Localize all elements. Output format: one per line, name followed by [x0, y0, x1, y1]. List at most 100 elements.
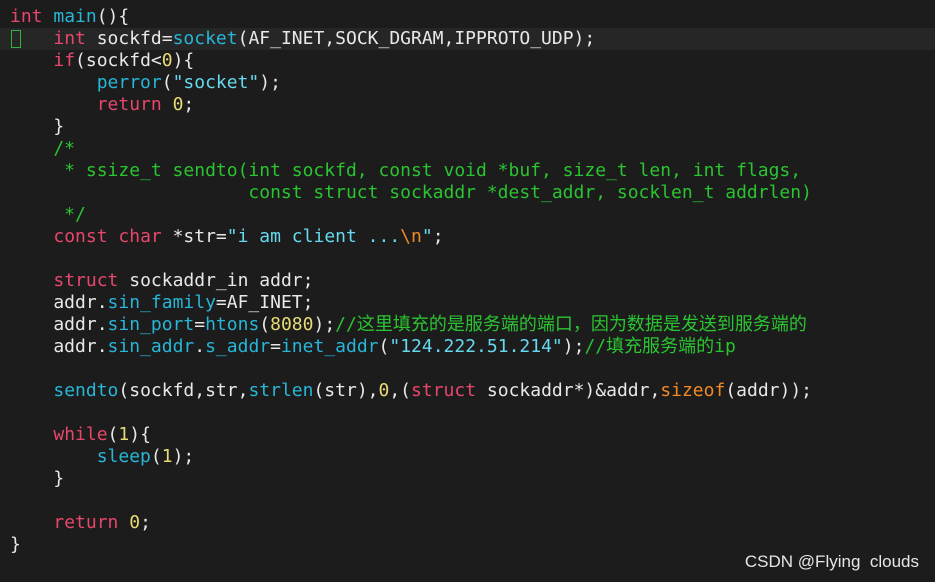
code-token: 1 — [161, 446, 173, 467]
code-token: "124.222.51.214" — [389, 336, 563, 357]
code-token: return — [96, 94, 162, 115]
code-token: = — [194, 314, 206, 335]
code-token: char — [118, 226, 162, 247]
watermark-text: CSDN @Flying clouds — [744, 552, 919, 571]
code-token: sin_addr — [107, 336, 195, 357]
code-line[interactable]: } — [10, 468, 935, 490]
code-line[interactable]: if(sockfd<0){ — [10, 50, 935, 72]
code-line[interactable] — [10, 248, 935, 270]
code-token: addr. — [10, 292, 108, 313]
code-line[interactable]: int sockfd=socket(AF_INET,SOCK_DGRAM,IPP… — [0, 28, 935, 50]
code-token: sin_port — [107, 314, 195, 335]
code-line[interactable]: const struct sockaddr *dest_addr, sockle… — [10, 182, 935, 204]
code-line[interactable]: sendto(sockfd,str,strlen(str),0,(struct … — [10, 380, 935, 402]
code-line[interactable]: while(1){ — [10, 424, 935, 446]
code-token: int — [10, 6, 43, 27]
code-token: (str), — [313, 380, 379, 401]
code-token: socket — [172, 28, 238, 49]
code-line[interactable] — [10, 490, 935, 512]
code-line[interactable]: */ — [10, 204, 935, 226]
code-token: ); — [172, 446, 195, 467]
code-token: 1 — [118, 424, 130, 445]
code-token: sockfd= — [85, 28, 173, 49]
code-token: ; — [183, 94, 195, 115]
code-token: 0 — [161, 50, 173, 71]
code-token: (sockfd,str, — [118, 380, 249, 401]
code-token: ); — [259, 72, 281, 93]
code-token: ( — [107, 424, 119, 445]
code-token: *str= — [161, 226, 227, 247]
code-token: ; — [432, 226, 444, 247]
code-line[interactable]: addr.sin_port=htons(8080);//这里填充的是服务端的端口… — [10, 314, 935, 336]
code-token: int — [53, 28, 86, 49]
code-area[interactable]: int main(){ int sockfd=socket(AF_INET,SO… — [0, 6, 935, 556]
code-token: main — [53, 6, 97, 27]
code-line[interactable]: /* — [10, 138, 935, 160]
code-token: const — [53, 226, 108, 247]
code-line[interactable]: addr.sin_addr.s_addr=inet_addr("124.222.… — [10, 336, 935, 358]
code-token: sendto — [53, 380, 119, 401]
code-token: ); — [313, 314, 336, 335]
code-token: ){ — [129, 424, 151, 445]
code-line[interactable]: int main(){ — [10, 6, 935, 28]
code-line[interactable]: sleep(1); — [10, 446, 935, 468]
code-token: struct — [411, 380, 477, 401]
code-token: sizeof — [660, 380, 726, 401]
code-token: " — [421, 226, 433, 247]
code-token: /* — [10, 138, 76, 159]
code-token: 8080 — [270, 314, 314, 335]
code-token: 0 — [129, 512, 141, 533]
code-token: =AF_INET; — [215, 292, 314, 313]
code-line[interactable]: return 0; — [10, 512, 935, 534]
code-line[interactable]: return 0; — [10, 94, 935, 116]
code-line[interactable]: } — [10, 116, 935, 138]
code-token: } — [10, 534, 21, 555]
code-token: //填充服务端的ip — [584, 336, 736, 357]
code-token: htons — [205, 314, 260, 335]
code-line[interactable]: struct sockaddr_in addr; — [10, 270, 935, 292]
code-line[interactable] — [10, 402, 935, 424]
code-token: if — [53, 50, 76, 71]
code-token: "socket" — [172, 72, 260, 93]
code-token: ); — [562, 336, 585, 357]
code-line[interactable]: perror("socket"); — [10, 72, 935, 94]
code-token: ( — [161, 72, 173, 93]
code-token: 0 — [172, 94, 184, 115]
code-token: strlen — [248, 380, 314, 401]
code-token: sin_family — [107, 292, 216, 313]
code-token: sleep — [96, 446, 151, 467]
code-token: } — [10, 468, 65, 489]
code-token: */ — [10, 204, 86, 225]
code-token: while — [53, 424, 108, 445]
code-token: //这里填充的是服务端的端口，因为数据是发送到服务端的 — [335, 314, 807, 335]
code-token: ,( — [389, 380, 412, 401]
code-line[interactable]: * ssize_t sendto(int sockfd, const void … — [10, 160, 935, 182]
code-token: * ssize_t sendto(int sockfd, const void … — [10, 160, 802, 181]
code-line[interactable]: addr.sin_family=AF_INET; — [10, 292, 935, 314]
code-token: ( — [378, 336, 390, 357]
code-token: const struct sockaddr *dest_addr, sockle… — [10, 182, 812, 203]
code-token: (sockfd< — [75, 50, 162, 71]
code-token: (AF_INET,SOCK_DGRAM,IPPROTO_UDP); — [237, 28, 596, 49]
code-token: } — [10, 116, 65, 137]
code-line[interactable]: const char *str="i am client ...\n"; — [10, 226, 935, 248]
code-line[interactable] — [10, 358, 935, 380]
code-token: s_addr — [205, 336, 271, 357]
code-token: addr. — [10, 314, 108, 335]
code-editor-window: int main(){ int sockfd=socket(AF_INET,SO… — [0, 0, 935, 582]
code-token: struct — [53, 270, 119, 291]
code-token: ){ — [172, 50, 195, 71]
code-token: ; — [140, 512, 151, 533]
code-token: (){ — [96, 6, 130, 27]
code-token: "i am client ... — [226, 226, 401, 247]
